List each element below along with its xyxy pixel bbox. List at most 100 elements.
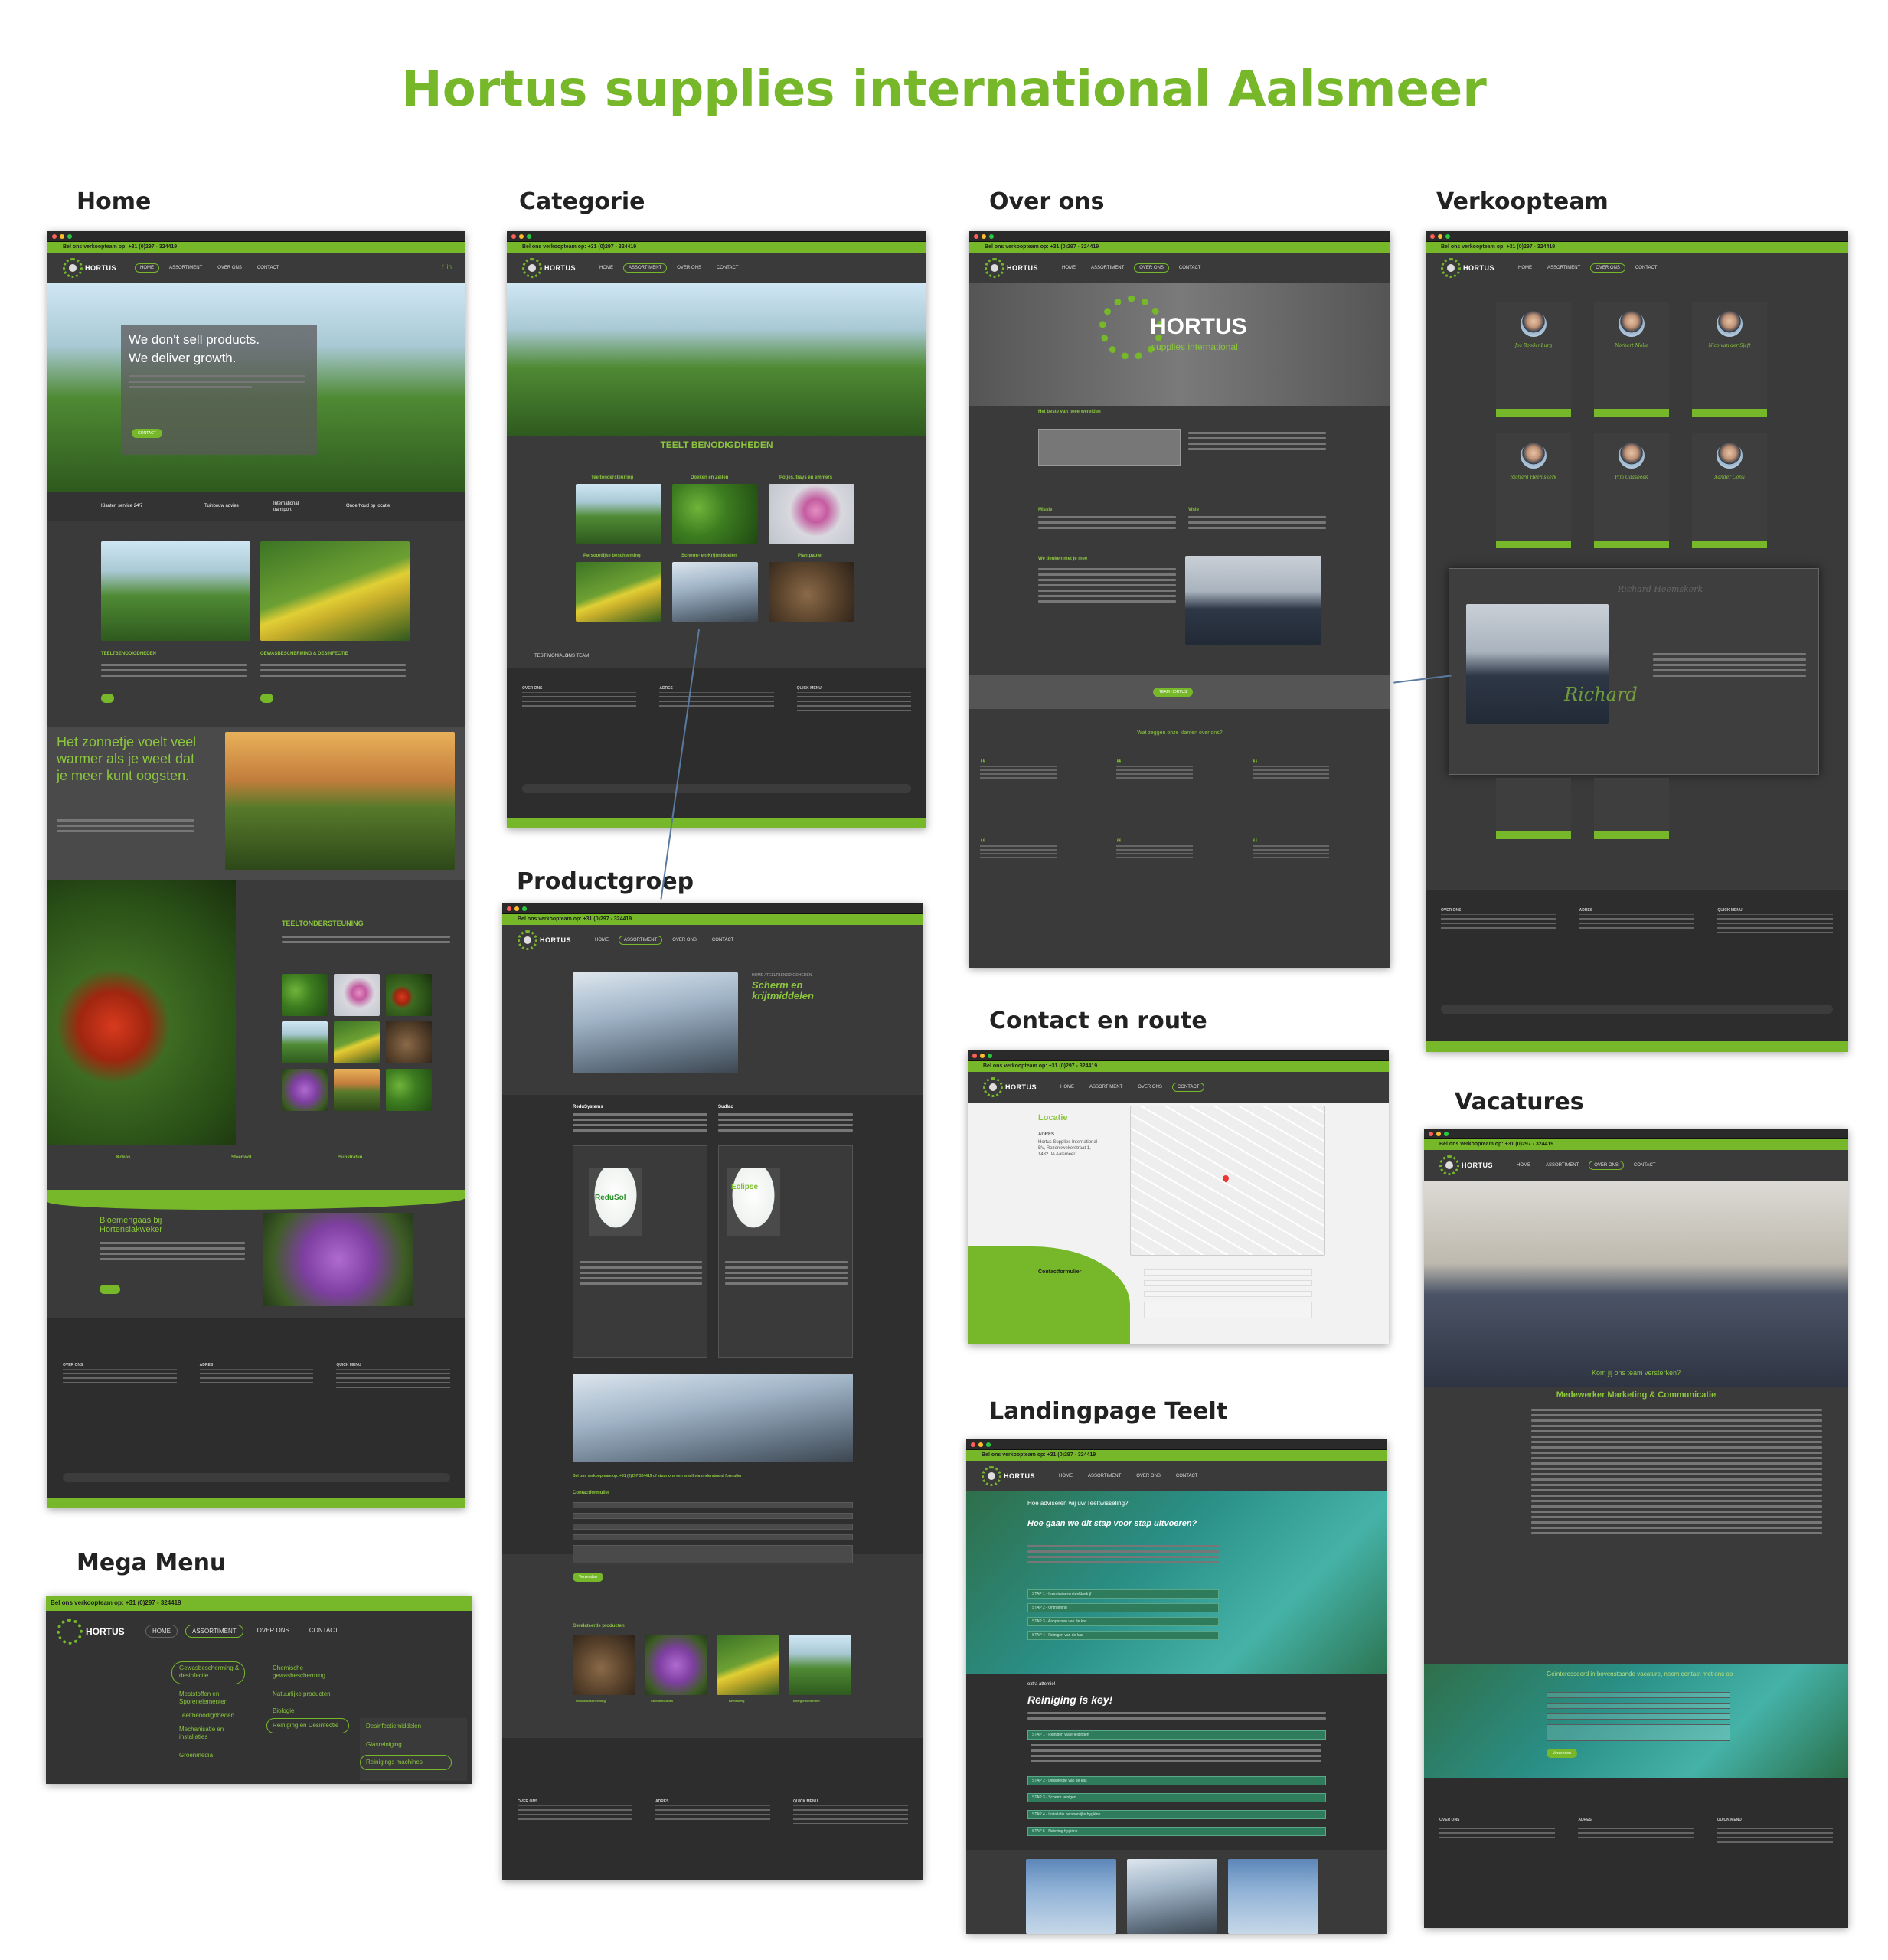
nav-over-ons[interactable]: OVER ONS: [1131, 1472, 1166, 1481]
step-item[interactable]: STAP 3 - Scherm reinigen: [1027, 1793, 1326, 1802]
tile-title[interactable]: Scherm- en Krijtmiddelen: [681, 553, 737, 559]
step-item[interactable]: STAP 2 - Ontruiming: [1027, 1603, 1219, 1612]
tile-title[interactable]: Persoonlijke bescherming: [583, 553, 641, 559]
apply-field[interactable]: [1547, 1724, 1730, 1741]
nav-over-ons[interactable]: OVER ONS: [1134, 263, 1169, 273]
mega-col1-item[interactable]: Meststoffen en Sporenelementen: [179, 1690, 240, 1706]
breadcrumb[interactable]: HOME / TEELTBENODIGDHEDEN: [752, 972, 812, 978]
mega-col3-item[interactable]: Glasreiniging: [366, 1741, 402, 1748]
field-naam[interactable]: [573, 1502, 853, 1508]
team-card[interactable]: Norbert Molle: [1594, 302, 1669, 416]
nav-assortiment[interactable]: ASSORTIMENT: [623, 263, 668, 273]
team-button[interactable]: TEAM HORTUS: [1153, 688, 1194, 697]
social-icons[interactable]: f in: [442, 263, 452, 270]
nav-contact[interactable]: CONTACT: [1630, 263, 1663, 273]
nav-over-ons[interactable]: OVER ONS: [671, 263, 707, 273]
category-title-gewas[interactable]: GEWASBESCHERMING & DESINFECTIE: [260, 651, 348, 657]
apply-field[interactable]: [1547, 1692, 1730, 1698]
category-title-teelt[interactable]: TEELTBENODIGDHEDEN: [101, 651, 156, 657]
mega-col3-item[interactable]: Desinfectiemiddelen: [366, 1723, 421, 1730]
related-image[interactable]: [717, 1635, 779, 1695]
related-label[interactable]: Energie schermen: [793, 1698, 820, 1704]
apply-field[interactable]: [1547, 1713, 1730, 1720]
contact-field[interactable]: [1144, 1302, 1312, 1318]
cat-button-gewas[interactable]: [260, 694, 274, 703]
hortus-logo[interactable]: HORTUS: [63, 258, 116, 278]
related-image[interactable]: [645, 1635, 707, 1695]
team-card[interactable]: Pim Gaasbeek: [1594, 433, 1669, 548]
mega-col2-item[interactable]: Biologie: [273, 1707, 341, 1714]
category-image-gewas[interactable]: [260, 541, 410, 641]
hero-contact-button[interactable]: CONTACT: [132, 429, 162, 438]
sub-substraten[interactable]: Substraten: [338, 1155, 362, 1161]
related-image[interactable]: [573, 1635, 635, 1695]
tile-title[interactable]: Doeken en Zeilen: [691, 475, 728, 481]
nav-contact[interactable]: CONTACT: [252, 263, 285, 273]
nav-contact[interactable]: CONTACT: [711, 263, 744, 273]
cat-button-teelt[interactable]: [101, 694, 115, 703]
mega-col1-item[interactable]: Groenmedia: [179, 1752, 240, 1759]
nav-contact[interactable]: CONTACT: [1174, 263, 1207, 273]
mega-nav-assortiment[interactable]: ASSORTIMENT: [185, 1625, 243, 1638]
team-card[interactable]: Jos Roodenburg: [1496, 302, 1571, 416]
nav-assortiment[interactable]: ASSORTIMENT: [1086, 263, 1129, 273]
mega-nav-home[interactable]: HOME: [145, 1625, 178, 1638]
contact-field[interactable]: [1144, 1291, 1312, 1297]
nav-contact[interactable]: CONTACT: [1171, 1472, 1204, 1481]
route-map[interactable]: [1130, 1106, 1325, 1256]
hortus-logo[interactable]: HORTUS: [522, 258, 576, 278]
nav-contact[interactable]: CONTACT: [707, 936, 740, 945]
hortus-logo[interactable]: HORTUS: [985, 258, 1038, 278]
nav-over-ons[interactable]: OVER ONS: [1589, 1161, 1624, 1170]
step-item[interactable]: STAP 4 - Installatie persoonlijke hygiën…: [1027, 1810, 1326, 1819]
nav-home[interactable]: HOME: [1053, 1472, 1078, 1481]
step-item[interactable]: STAP 3 - Aanpassen van de kas: [1027, 1617, 1219, 1626]
tile-title[interactable]: Potjes, trays en emmers: [779, 475, 832, 481]
send-button[interactable]: Verzenden: [573, 1573, 603, 1582]
field-bedrijf[interactable]: [573, 1513, 853, 1519]
contact-field[interactable]: [1144, 1269, 1312, 1276]
nav-home[interactable]: HOME: [1513, 263, 1537, 273]
mega-col1-item[interactable]: Teeltbenodigdheden: [179, 1712, 248, 1719]
tile-title[interactable]: Plantpapier: [798, 553, 823, 559]
team-card[interactable]: Xander Conu: [1692, 433, 1767, 548]
hortus-logo[interactable]: HORTUS: [518, 930, 571, 950]
hortus-logo[interactable]: HORTUS: [1441, 258, 1494, 278]
hortus-logo[interactable]: HORTUS: [1439, 1155, 1493, 1175]
nav-assortiment[interactable]: ASSORTIMENT: [164, 263, 207, 273]
nav-over-ons[interactable]: OVER ONS: [212, 263, 247, 273]
related-image[interactable]: [789, 1635, 851, 1695]
step-item[interactable]: STAP 1 - Inventariseren teeltbedrijf: [1027, 1589, 1219, 1599]
nav-over-ons[interactable]: OVER ONS: [667, 936, 702, 945]
nav-over-ons[interactable]: OVER ONS: [1590, 263, 1625, 273]
nav-home[interactable]: HOME: [594, 263, 619, 273]
mega-col1-item[interactable]: Mechanisatie en installaties: [179, 1726, 240, 1741]
nav-assortiment[interactable]: ASSORTIMENT: [1540, 1161, 1584, 1170]
step-item[interactable]: STAP 2 - Desinfectie van de kas: [1027, 1776, 1326, 1785]
team-card[interactable]: Richard Heemskerk: [1496, 433, 1571, 548]
nav-home[interactable]: HOME: [1055, 1083, 1080, 1092]
nav-home[interactable]: HOME: [1057, 263, 1081, 273]
nav-assortiment[interactable]: ASSORTIMENT: [1083, 1472, 1126, 1481]
team-card[interactable]: Nico van der Sjeft: [1692, 302, 1767, 416]
field-opmerking[interactable]: [573, 1545, 853, 1563]
tab-testimonials[interactable]: TESTIMONIALS: [534, 653, 568, 659]
tile-title[interactable]: Teeltondersteuning: [591, 475, 633, 481]
field-telefoon[interactable]: [573, 1534, 853, 1540]
nav-home[interactable]: HOME: [590, 936, 614, 945]
mega-col1-item[interactable]: Gewasbescherming & desinfectie: [179, 1664, 240, 1680]
category-image-teelt[interactable]: [101, 541, 250, 641]
related-label[interactable]: Bemesting: [729, 1698, 744, 1704]
nav-home[interactable]: HOME: [1511, 1161, 1536, 1170]
tile-image[interactable]: [769, 562, 854, 622]
related-label[interactable]: Gewas bescherming: [576, 1698, 606, 1704]
mega-col2-item[interactable]: Reiniging en Desinfectie: [273, 1722, 349, 1729]
step-item[interactable]: STAP 4 - Reinigen van de kas: [1027, 1631, 1219, 1640]
nav-contact[interactable]: CONTACT: [1171, 1083, 1205, 1092]
tile-image[interactable]: [672, 484, 758, 544]
sub-kokos[interactable]: Kokos: [116, 1155, 130, 1161]
nav-over-ons[interactable]: OVER ONS: [1132, 1083, 1168, 1092]
mega-col3-item[interactable]: Reinigings machines: [366, 1759, 423, 1766]
nav-home[interactable]: HOME: [135, 263, 159, 273]
contact-field[interactable]: [1144, 1280, 1312, 1286]
